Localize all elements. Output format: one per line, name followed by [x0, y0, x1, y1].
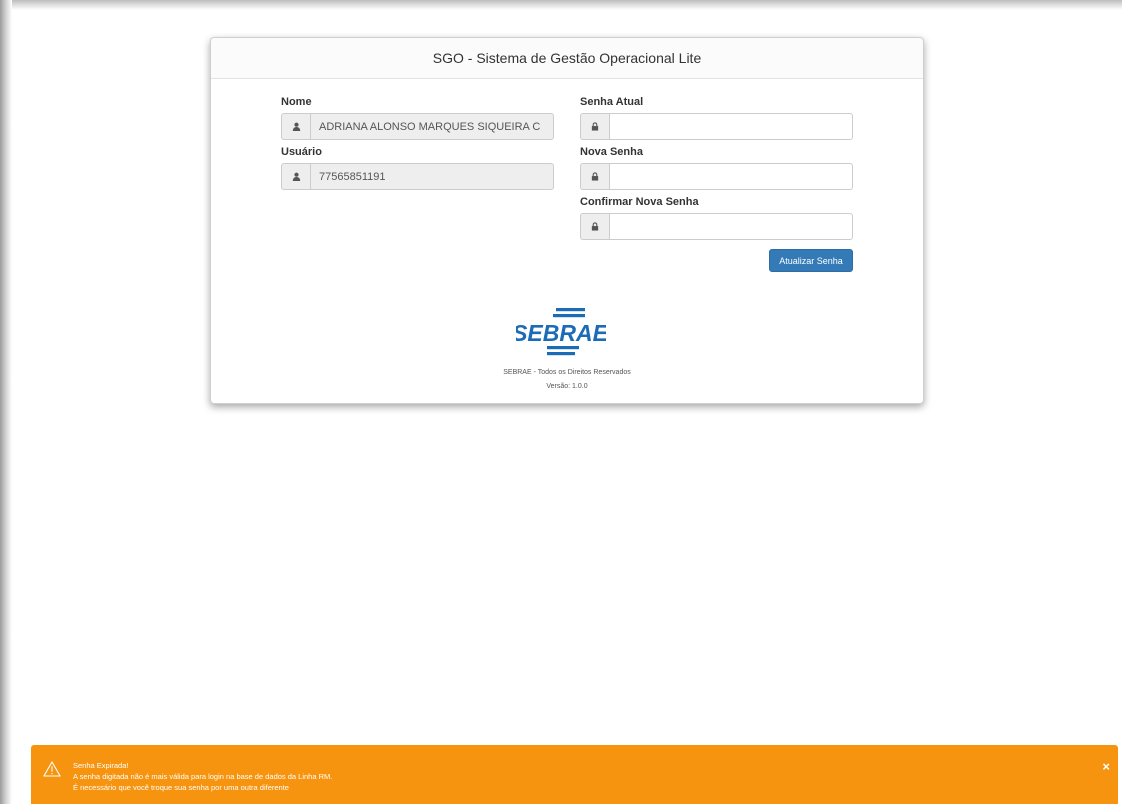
warning-icon [43, 761, 61, 777]
close-icon[interactable]: × [1102, 759, 1110, 774]
alert-line-1: A senha digitada não é mais válida para … [73, 772, 333, 781]
confirmar-senha-field[interactable] [609, 213, 853, 240]
nome-field[interactable]: ADRIANA ALONSO MARQUES SIQUEIRA C [310, 113, 554, 140]
lock-icon [580, 213, 609, 240]
sebrae-logo: SEBRAE [516, 308, 606, 356]
nova-senha-label: Nova Senha [580, 146, 643, 158]
nome-label: Nome [281, 96, 312, 108]
confirmar-senha-input-group [580, 213, 853, 240]
confirmar-senha-label: Confirmar Nova Senha [580, 196, 699, 208]
senha-atual-field[interactable] [609, 113, 853, 140]
senha-atual-label: Senha Atual [580, 96, 644, 108]
window-left-shadow [0, 0, 12, 804]
atualizar-senha-button[interactable]: Atualizar Senha [769, 249, 853, 272]
senha-atual-input-group [580, 113, 853, 140]
user-icon [281, 163, 310, 190]
logo-text: SEBRAE [516, 320, 606, 346]
password-expired-alert: Senha Expirada! A senha digitada não é m… [31, 745, 1118, 804]
nova-senha-input-group [580, 163, 853, 190]
panel-title: SGO - Sistema de Gestão Operacional Lite [211, 38, 923, 79]
copyright-text: SEBRAE - Todos os Direitos Reservados [503, 369, 631, 376]
user-icon [281, 113, 310, 140]
page: SGO - Sistema de Gestão Operacional Lite… [0, 0, 1122, 804]
alert-message: Senha Expirada! A senha digitada não é m… [73, 760, 332, 793]
alert-title: Senha Expirada! [73, 761, 129, 770]
usuario-input-group: 77565851191 [281, 163, 554, 190]
usuario-label: Usuário [281, 146, 322, 158]
version-text: Versão: 1.0.0 [546, 383, 588, 390]
nova-senha-field[interactable] [609, 163, 853, 190]
lock-icon [580, 163, 609, 190]
window-top-shadow [0, 0, 1122, 10]
lock-icon [580, 113, 609, 140]
alert-line-2: É necessário que você troque sua senha p… [73, 783, 289, 792]
nome-input-group: ADRIANA ALONSO MARQUES SIQUEIRA C [281, 113, 554, 140]
password-panel: SGO - Sistema de Gestão Operacional Lite… [210, 37, 924, 404]
usuario-field[interactable]: 77565851191 [310, 163, 554, 190]
